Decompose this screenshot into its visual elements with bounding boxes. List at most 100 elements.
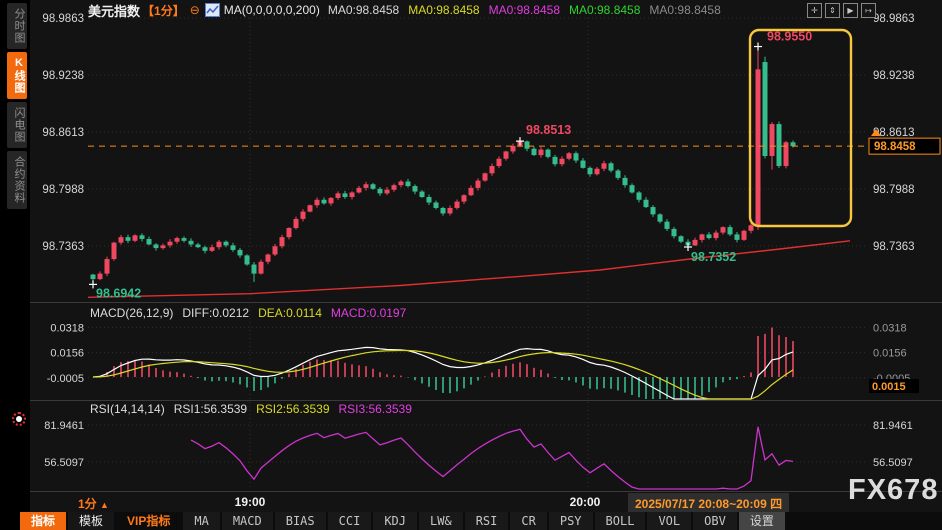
candle-body: [609, 163, 614, 170]
candle-body: [91, 275, 96, 280]
chart-type-icon[interactable]: [205, 3, 220, 17]
toolbar-item-KDJ[interactable]: KDJ: [373, 512, 417, 530]
fit-vertical-axis-icon[interactable]: ⇕: [825, 3, 840, 18]
sidebar-tab-1[interactable]: 分时图: [7, 3, 27, 49]
candle-body: [105, 259, 110, 274]
candle-body: [623, 178, 628, 185]
candle-body: [140, 235, 145, 239]
candle-body: [406, 182, 411, 187]
chart-canvas[interactable]: 98.986398.986398.923898.923898.861398.86…: [0, 0, 942, 530]
axis-label: 0.0318: [50, 322, 84, 334]
sidebar-tab-3[interactable]: 闪电图: [7, 102, 27, 148]
axis-label: 98.7988: [873, 184, 915, 196]
candle-body: [714, 233, 719, 238]
axis-label: 81.9461: [873, 420, 913, 432]
candle-body: [630, 185, 635, 192]
toolbar-item-CR[interactable]: CR: [510, 512, 546, 530]
candle-body: [189, 241, 194, 245]
candle-body: [182, 238, 187, 241]
rsi-hdr-item-2: RSI2:56.3539: [256, 402, 329, 416]
axis-label: 98.9238: [42, 70, 84, 82]
toolbar-item-PSY[interactable]: PSY: [549, 512, 593, 530]
caret-up-icon: ▲: [100, 500, 109, 510]
candle-body: [637, 192, 642, 199]
timeframe-selector[interactable]: 1分 ▲: [78, 495, 109, 512]
candle-body: [476, 181, 481, 188]
candle-body: [399, 182, 404, 186]
candle-body: [581, 161, 586, 168]
candle-body: [434, 202, 439, 207]
sidebar-tab-2[interactable]: K线图: [7, 52, 27, 99]
candle-body: [287, 228, 292, 237]
toolbar-item-模板[interactable]: 模板: [68, 512, 114, 530]
axis-label: 98.7352: [691, 250, 736, 264]
left-sidebar: 分时图 K线图闪电图合约资料: [0, 0, 30, 530]
ma-value-3: MA0:98.8458: [569, 3, 640, 17]
candle-body: [770, 124, 775, 156]
toolbar-item-MA[interactable]: MA: [183, 512, 219, 530]
candle-body: [651, 207, 656, 214]
toolbar-item-LW&[interactable]: LW&: [419, 512, 463, 530]
toolbar-item-RSI[interactable]: RSI: [465, 512, 509, 530]
candle-body: [322, 200, 327, 204]
candle-body: [378, 189, 383, 194]
toolbar-item-BIAS[interactable]: BIAS: [275, 512, 326, 530]
rsi-header[interactable]: RSI(14,14,14)RSI1:56.3539RSI2:56.3539RSI…: [90, 402, 421, 416]
candle-body: [644, 200, 649, 207]
sidebar-tab-4[interactable]: 合约资料: [7, 151, 27, 209]
candle-body: [203, 247, 208, 251]
chart-header: 美元指数 【1分】 ⊖ MA(0,0,0,0,0,200) MA0:98.845…: [88, 2, 730, 18]
fx678-watermark: FX678: [848, 474, 938, 507]
candle-body: [392, 185, 397, 190]
toolbar-item-设置[interactable]: 设置: [739, 512, 785, 530]
window-control-icons: ✛⇕▶↦: [807, 3, 876, 18]
candle-body: [504, 151, 509, 158]
candle-body: [532, 149, 537, 155]
candle-body: [147, 239, 152, 244]
alarm-icon[interactable]: [12, 412, 26, 426]
indicator-toolbar: 指标模板VIP指标MAMACDBIASCCIKDJLW&RSICRPSYBOLL…: [20, 512, 942, 530]
symbol-title: 美元指数: [88, 1, 140, 20]
candle-body: [441, 208, 446, 213]
rsi-hdr-item-1: RSI1:56.3539: [174, 402, 247, 416]
candle-body: [126, 237, 131, 241]
axis-label: 56.5097: [44, 457, 84, 469]
macd-hdr-item-0: MACD(26,12,9): [90, 306, 173, 320]
period-label[interactable]: 【1分】: [142, 2, 185, 19]
axis-label: 0.0015: [872, 381, 906, 393]
toolbar-item-VOL[interactable]: VOL: [647, 512, 691, 530]
candle-body: [336, 193, 341, 198]
candle-body: [210, 247, 215, 251]
candle-body: [756, 69, 761, 225]
collapse-icon[interactable]: ⊖: [190, 3, 200, 17]
toolbar-item-VIP指标[interactable]: VIP指标: [116, 512, 181, 530]
toolbar-item-MACD[interactable]: MACD: [222, 512, 273, 530]
candle-body: [420, 192, 425, 197]
candle-body: [455, 202, 460, 208]
indicator-pane-icon[interactable]: ▶: [843, 3, 858, 18]
datetime-range-badge: 2025/07/17 20:08~20:09 四: [628, 493, 789, 514]
candle-body: [693, 240, 698, 245]
candle-body: [266, 254, 271, 261]
trading-app-window: 98.986398.986398.923898.923898.861398.86…: [0, 0, 942, 530]
layout-grid-icon[interactable]: ✛: [807, 3, 822, 18]
candle-body: [280, 237, 285, 246]
toolbar-item-指标[interactable]: 指标: [20, 512, 66, 530]
candle-body: [385, 190, 390, 194]
ma-settings-label[interactable]: MA(0,0,0,0,0,200): [224, 3, 320, 17]
macd-hdr-item-3: MACD:0.0197: [331, 306, 406, 320]
axis-label: 98.7988: [42, 184, 84, 196]
macd-header[interactable]: MACD(26,12,9)DIFF:0.0212DEA:0.0114MACD:0…: [90, 306, 415, 320]
macd-hdr-item-1: DIFF:0.0212: [182, 306, 249, 320]
candle-body: [777, 124, 782, 166]
candle-body: [490, 166, 495, 173]
candle-body: [763, 62, 768, 156]
toolbar-item-OBV[interactable]: OBV: [693, 512, 737, 530]
axis-label: -0.0005: [47, 373, 84, 385]
candle-body: [259, 262, 264, 274]
toolbar-item-CCI[interactable]: CCI: [328, 512, 372, 530]
shift-right-icon[interactable]: ↦: [861, 3, 876, 18]
candle-body: [231, 245, 236, 250]
candle-body: [154, 244, 159, 248]
toolbar-item-BOLL[interactable]: BOLL: [595, 512, 646, 530]
